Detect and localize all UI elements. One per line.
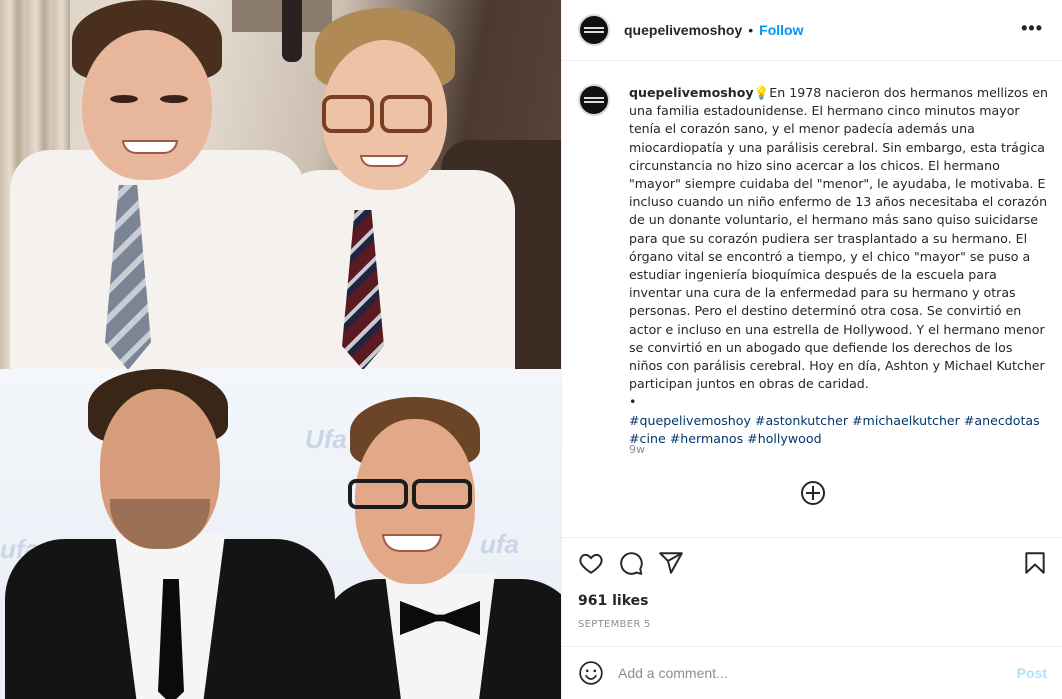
- more-options-icon[interactable]: •••: [1021, 18, 1043, 39]
- hashtag-links[interactable]: #quepelivemoshoy #astonkutcher #michaelk…: [629, 413, 1040, 446]
- post-comment-button[interactable]: Post: [1017, 665, 1047, 681]
- caption-area: quepelivemoshoy💡En 1978 nacieron dos her…: [562, 61, 1062, 538]
- username-link[interactable]: quepelivemoshoy: [624, 22, 742, 38]
- load-more-comments-icon[interactable]: [801, 481, 825, 505]
- glasses: [322, 95, 374, 133]
- paper-plane-icon[interactable]: [658, 550, 684, 576]
- adult-photo: ufa Ufa ufa: [0, 369, 561, 699]
- caption-avatar[interactable]: [578, 84, 610, 116]
- smiley-icon[interactable]: [578, 660, 604, 686]
- comment-icon[interactable]: [618, 550, 644, 576]
- lightbulb-icon: 💡: [753, 85, 770, 100]
- comment-bar: Post: [562, 646, 1062, 699]
- caption-bullet: •: [629, 394, 637, 410]
- avatar[interactable]: [578, 14, 610, 46]
- backdrop-word: ufa: [480, 529, 519, 559]
- comment-input[interactable]: [618, 665, 998, 681]
- post-sidebar: quepelivemoshoy • Follow ••• quepelivemo…: [561, 0, 1062, 699]
- bookmark-icon[interactable]: [1022, 550, 1048, 576]
- heart-icon[interactable]: [578, 550, 604, 576]
- caption: quepelivemoshoy💡En 1978 nacieron dos her…: [629, 84, 1049, 448]
- follow-button[interactable]: Follow: [759, 22, 803, 38]
- caption-text: En 1978 nacieron dos hermanos mellizos e…: [629, 85, 1049, 392]
- action-bar: [562, 538, 1062, 590]
- backdrop-word: Ufa: [305, 424, 347, 454]
- post-photo[interactable]: ufa Ufa ufa: [0, 0, 561, 699]
- post-header: quepelivemoshoy • Follow •••: [562, 0, 1062, 61]
- likes-count[interactable]: 961 likes: [578, 593, 648, 609]
- separator-dot: •: [748, 22, 754, 38]
- time-ago[interactable]: 9w: [629, 443, 645, 456]
- caption-username-link[interactable]: quepelivemoshoy: [629, 85, 754, 100]
- post-date: SEPTEMBER 5: [578, 619, 651, 630]
- childhood-photo: [0, 0, 561, 369]
